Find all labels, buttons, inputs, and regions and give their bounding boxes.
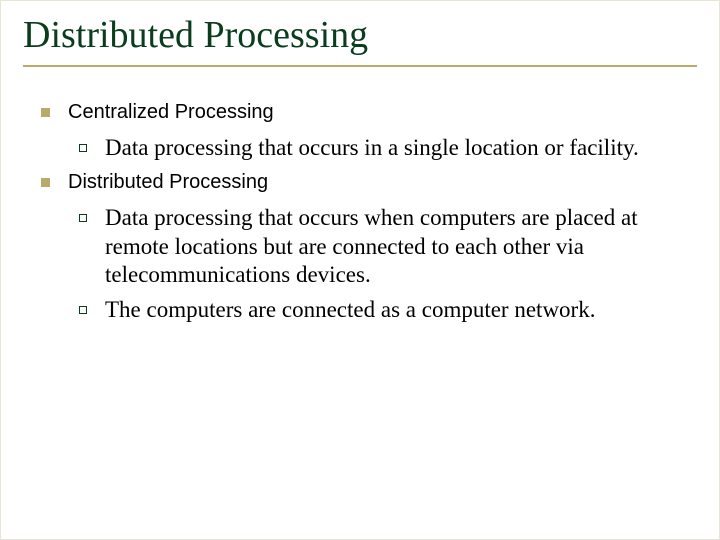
list-item: Data processing that occurs in a single … <box>79 134 687 163</box>
square-bullet-icon <box>41 108 50 117</box>
slide: Distributed Processing Centralized Proce… <box>0 0 720 540</box>
list-item: Centralized Processing <box>41 101 687 124</box>
list-item-label: Centralized Processing <box>68 101 274 124</box>
sublist: Data processing that occurs in a single … <box>41 134 687 163</box>
hollow-square-bullet-icon <box>79 306 87 314</box>
content-area: Centralized Processing Data processing t… <box>23 101 697 325</box>
list-item: Data processing that occurs when compute… <box>79 204 687 290</box>
list-item-text: Data processing that occurs when compute… <box>105 204 687 290</box>
square-bullet-icon <box>41 178 50 187</box>
hollow-square-bullet-icon <box>79 144 87 152</box>
title-underline <box>23 65 697 67</box>
hollow-square-bullet-icon <box>79 214 87 222</box>
list-item: Distributed Processing <box>41 171 687 194</box>
list-item-text: The computers are connected as a compute… <box>105 296 687 325</box>
list-item: The computers are connected as a compute… <box>79 296 687 325</box>
sublist: Data processing that occurs when compute… <box>41 204 687 325</box>
list-item-label: Distributed Processing <box>68 171 268 194</box>
list-item-text: Data processing that occurs in a single … <box>105 134 687 163</box>
slide-title: Distributed Processing <box>23 13 697 63</box>
